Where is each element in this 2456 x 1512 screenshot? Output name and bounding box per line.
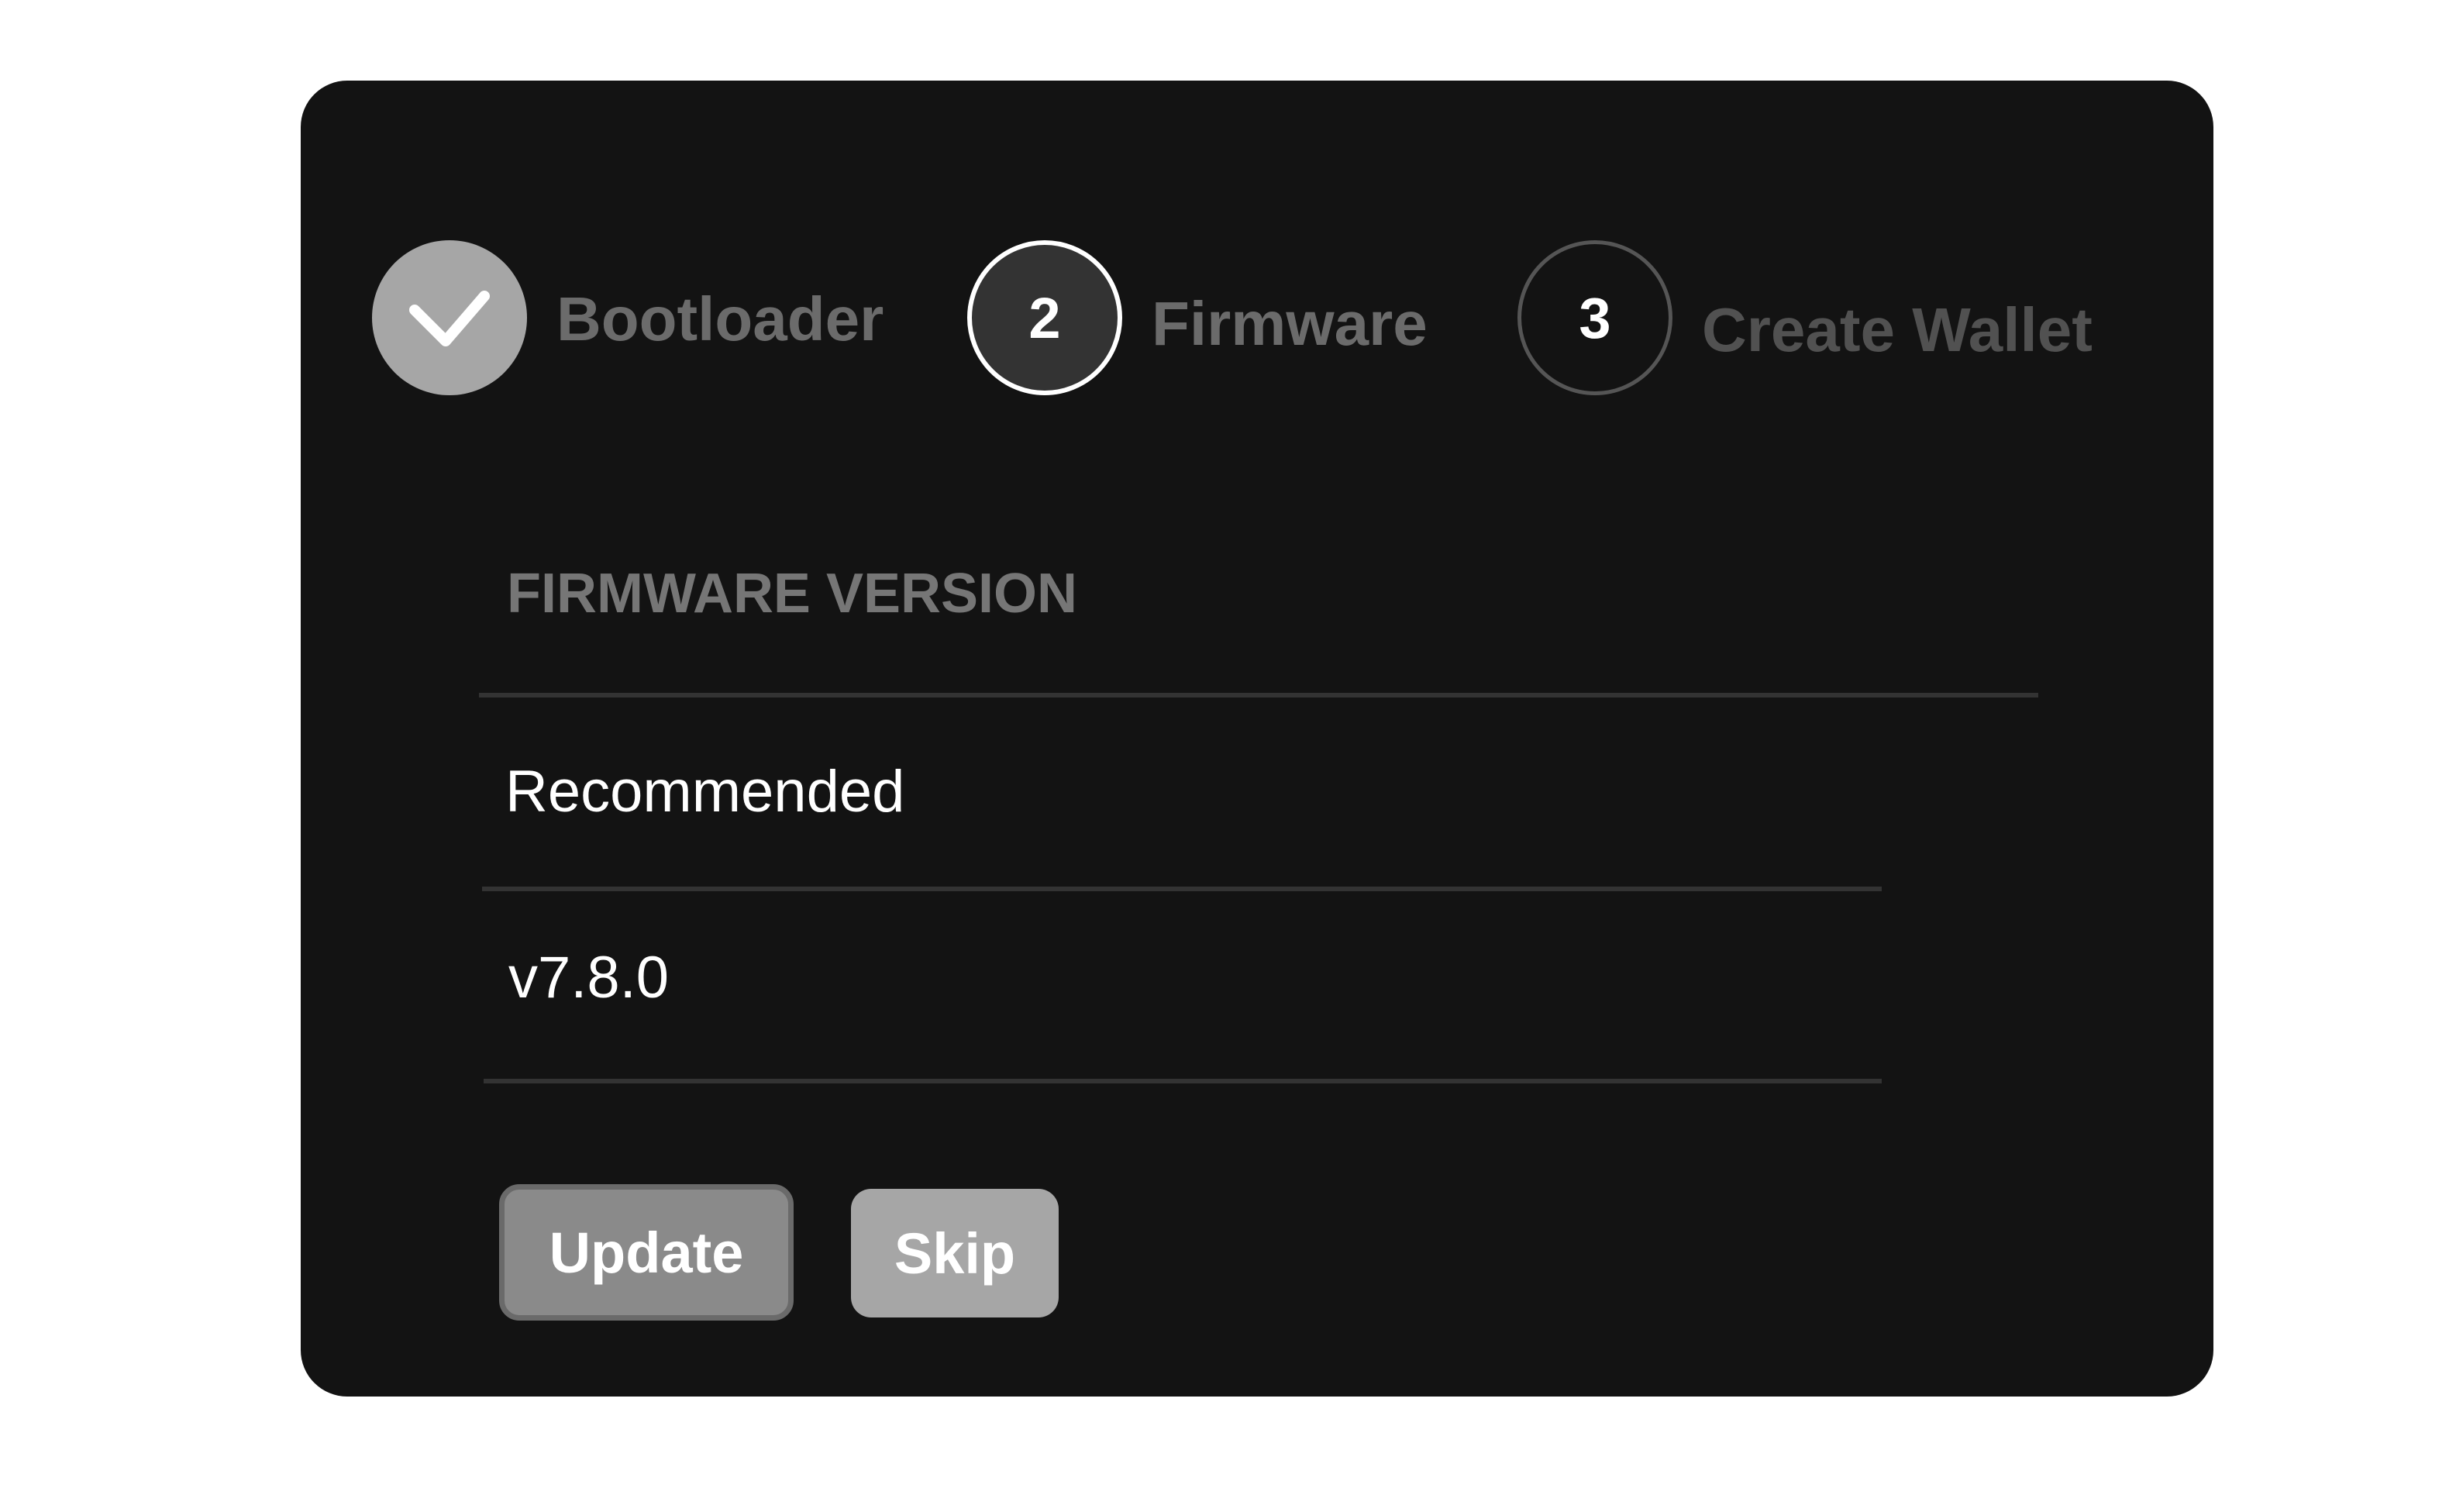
update-button[interactable]: Update	[499, 1184, 794, 1321]
check-icon	[409, 291, 490, 346]
firmware-version-heading: FIRMWARE VERSION	[507, 563, 1078, 625]
version-channel-label: Recommended	[505, 759, 905, 825]
row-divider	[484, 1079, 1882, 1083]
section-divider	[479, 693, 2038, 697]
skip-button[interactable]: Skip	[851, 1189, 1059, 1317]
step-firmware-label: Firmware	[1152, 289, 1428, 358]
row-divider	[482, 887, 1882, 891]
version-number: v7.8.0	[508, 945, 670, 1011]
step-create-wallet-indicator: 3	[1517, 240, 1672, 395]
firmware-update-card: Bootloader 2 Firmware 3 Create Wallet FI…	[301, 81, 2213, 1397]
step-bootloader-label: Bootloader	[556, 284, 884, 353]
step-bootloader-indicator	[372, 240, 527, 395]
step-firmware-indicator: 2	[967, 240, 1122, 395]
step-create-wallet-label: Create Wallet	[1702, 295, 2093, 364]
